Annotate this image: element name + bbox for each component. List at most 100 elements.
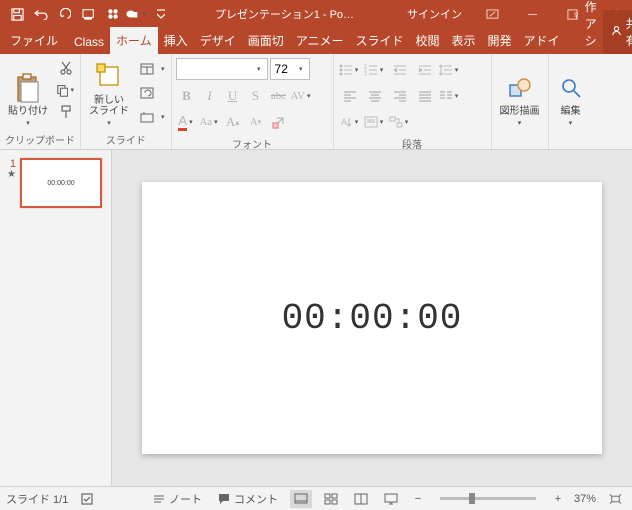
spellcheck-status[interactable] xyxy=(76,492,98,506)
drawing-button[interactable]: 図形描画 ▾ xyxy=(496,56,544,130)
slide[interactable]: 00:00:00 xyxy=(142,182,602,454)
reading-view-button[interactable] xyxy=(350,490,372,508)
columns-button[interactable]: ▾ xyxy=(438,85,462,107)
editing-button[interactable]: 編集 ▾ xyxy=(553,56,589,130)
person-icon xyxy=(611,25,622,39)
tab-home[interactable]: ホーム xyxy=(110,27,158,54)
copy-button[interactable]: ▾ xyxy=(56,80,76,100)
tell-me-search[interactable]: ♀ 操作アシ xyxy=(566,0,603,54)
chevron-down-icon: ▾ xyxy=(105,120,113,128)
text-direction-button[interactable]: A▾ xyxy=(338,111,362,133)
underline-button[interactable]: U xyxy=(222,85,244,107)
clear-formatting-button[interactable] xyxy=(268,111,290,133)
smartart-convert-button[interactable]: ▾ xyxy=(388,111,412,133)
new-slide-button[interactable]: 新しい スライド ▾ xyxy=(85,56,133,130)
slideshow-view-button[interactable] xyxy=(380,490,402,508)
line-spacing-button[interactable]: ▾ xyxy=(438,59,462,81)
ribbon-display-options-button[interactable] xyxy=(472,0,512,28)
decrease-font-button[interactable]: A▾ xyxy=(245,111,267,133)
tab-transitions[interactable]: 画面切 xyxy=(242,27,290,54)
group-slides: 新しい スライド ▾ ▾ ▾ スライド xyxy=(81,54,172,149)
font-color-button[interactable]: A▾ xyxy=(176,111,198,133)
decrease-indent-button[interactable] xyxy=(388,59,412,81)
zoom-level[interactable]: 37% xyxy=(574,493,596,505)
tab-design[interactable]: デザイ xyxy=(194,27,242,54)
increase-font-button[interactable]: A▴ xyxy=(222,111,244,133)
slides-mini-buttons: ▾ ▾ xyxy=(133,56,167,128)
shadow-button[interactable]: S xyxy=(245,85,267,107)
group-editing: 編集 ▾ xyxy=(549,54,593,149)
minimize-button[interactable] xyxy=(512,0,552,28)
svg-text:A: A xyxy=(341,117,347,127)
animation-indicator-icon[interactable]: ★ xyxy=(6,170,16,180)
sign-in-button[interactable]: サインイン xyxy=(397,6,472,22)
format-painter-button[interactable] xyxy=(56,102,76,122)
addin-button[interactable] xyxy=(102,0,124,28)
character-spacing-button[interactable]: AV▾ xyxy=(291,85,313,107)
notes-button[interactable]: ノート xyxy=(149,491,206,507)
group-label-font: フォント xyxy=(176,134,329,153)
tab-review[interactable]: 校閲 xyxy=(410,27,446,54)
tab-view[interactable]: 表示 xyxy=(446,27,482,54)
section-button[interactable] xyxy=(137,107,157,127)
shape-insert-button[interactable]: ▾ xyxy=(126,0,148,28)
align-right-button[interactable] xyxy=(388,85,412,107)
title-bar: ▾ プレゼンテーション1 - Po… サインイン xyxy=(0,0,632,28)
bold-button[interactable]: B xyxy=(176,85,198,107)
slide-thumbnail-pane[interactable]: 1 ★ 00:00:00 xyxy=(0,150,112,486)
zoom-out-button[interactable]: − xyxy=(410,493,426,505)
new-slide-icon xyxy=(95,61,123,93)
comments-button[interactable]: コメント xyxy=(214,491,282,507)
slide-content-text[interactable]: 00:00:00 xyxy=(282,298,463,339)
paste-button[interactable]: 貼り付け ▾ xyxy=(4,56,52,130)
align-text-button[interactable]: ▾ xyxy=(363,111,387,133)
zoom-slider-handle[interactable] xyxy=(469,493,475,504)
lightbulb-icon: ♀ xyxy=(572,8,581,22)
strikethrough-button[interactable]: abc xyxy=(268,85,290,107)
work-area: 1 ★ 00:00:00 00:00:00 xyxy=(0,150,632,486)
tab-addins[interactable]: アドイ xyxy=(518,27,566,54)
zoom-slider[interactable] xyxy=(440,497,536,500)
tab-animations[interactable]: アニメー xyxy=(290,27,350,54)
italic-button[interactable]: I xyxy=(199,85,221,107)
slide-counter[interactable]: スライド 1/1 xyxy=(6,491,68,507)
find-icon xyxy=(557,72,585,104)
quick-access-toolbar: ▾ xyxy=(0,0,172,28)
share-button[interactable]: 共有 xyxy=(603,10,632,54)
bullets-button[interactable]: ▾ xyxy=(338,59,362,81)
slide-thumbnail-1[interactable]: 00:00:00 xyxy=(20,158,102,208)
layout-button[interactable] xyxy=(137,59,157,79)
font-size-select[interactable]: 72▾ xyxy=(270,58,310,80)
slide-canvas-area[interactable]: 00:00:00 xyxy=(112,150,632,486)
justify-button[interactable] xyxy=(413,85,437,107)
tab-slideshow[interactable]: スライド xyxy=(349,27,409,54)
redo-button[interactable] xyxy=(54,0,76,28)
tab-file[interactable]: ファイル xyxy=(0,27,68,54)
zoom-in-button[interactable]: + xyxy=(550,493,566,505)
align-left-button[interactable] xyxy=(338,85,362,107)
align-center-button[interactable] xyxy=(363,85,387,107)
numbering-button[interactable]: 123▾ xyxy=(363,59,387,81)
group-font: ▾ 72▾ B I U S abc AV▾ A▾ Aa▾ A▴ A▾ フォント xyxy=(172,54,334,149)
font-name-select[interactable]: ▾ xyxy=(176,58,268,80)
qat-customize-button[interactable] xyxy=(150,0,172,28)
increase-indent-button[interactable] xyxy=(413,59,437,81)
ribbon-tabs: ファイル Class ホーム 挿入 デザイ 画面切 アニメー スライド 校閲 表… xyxy=(0,28,632,54)
undo-button[interactable] xyxy=(30,0,52,28)
reset-button[interactable] xyxy=(137,83,157,103)
cut-button[interactable] xyxy=(56,58,76,78)
group-drawing: 図形描画 ▾ xyxy=(492,54,549,149)
fit-to-window-button[interactable] xyxy=(604,490,626,508)
window-title: プレゼンテーション1 - Po… xyxy=(172,6,397,22)
save-button[interactable] xyxy=(6,0,28,28)
group-label-slides: スライド xyxy=(85,130,167,149)
tab-insert[interactable]: 挿入 xyxy=(158,27,194,54)
tab-class[interactable]: Class xyxy=(68,30,110,54)
normal-view-button[interactable] xyxy=(290,490,312,508)
group-label-paragraph: 段落 xyxy=(338,134,487,153)
slide-sorter-view-button[interactable] xyxy=(320,490,342,508)
tab-developer[interactable]: 開発 xyxy=(482,27,518,54)
change-case-button[interactable]: Aa▾ xyxy=(199,111,221,133)
start-from-beginning-button[interactable] xyxy=(78,0,100,28)
chevron-down-icon: ▾ xyxy=(567,120,575,128)
